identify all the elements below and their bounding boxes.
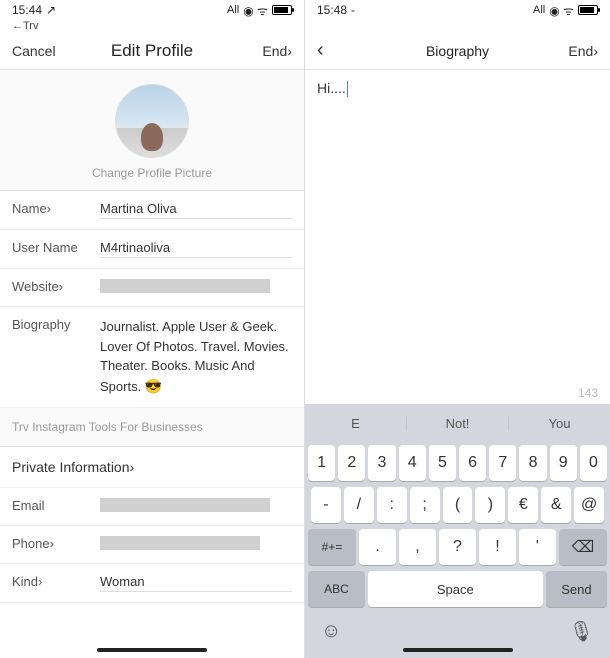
battery-icon <box>578 5 598 15</box>
bio-row[interactable]: Biography Journalist. Apple User & Geek.… <box>0 307 304 408</box>
profile-pic-section: Change Profile Picture <box>0 70 304 191</box>
key-amp[interactable]: & <box>541 487 571 523</box>
key-row-1: 1 2 3 4 5 6 7 8 9 0 <box>305 442 610 484</box>
website-label: Website› <box>12 279 100 294</box>
phone-row[interactable]: Phone› <box>0 526 304 564</box>
emoji-icon[interactable]: ☺ <box>321 620 341 643</box>
key-comma[interactable]: , <box>399 529 436 565</box>
key-8[interactable]: 8 <box>519 445 546 481</box>
key-euro[interactable]: € <box>508 487 538 523</box>
status-time: 15:44 ↗ <box>12 3 56 17</box>
change-pic-button[interactable]: Change Profile Picture <box>0 166 304 180</box>
home-indicator[interactable] <box>403 648 513 652</box>
username-value[interactable]: M4rtinaoliva <box>100 240 292 258</box>
biography-editor-screen: 15:48 - All ◉ ᯤ ‹ Biography End› Hi.... … <box>305 0 610 658</box>
battery-icon <box>272 5 292 15</box>
kind-label: Kind› <box>12 574 100 589</box>
key-lparen[interactable]: ( <box>443 487 473 523</box>
suggestion-3[interactable]: You <box>509 416 610 431</box>
phone-label: Phone› <box>12 536 100 551</box>
bio-text-content: Hi.... <box>317 80 346 96</box>
website-row[interactable]: Website› <box>0 269 304 307</box>
back-button[interactable]: ‹ <box>317 39 367 62</box>
username-label: User Name <box>12 240 100 255</box>
business-tools-link[interactable]: Trv Instagram Tools For Businesses <box>0 408 304 447</box>
key-send[interactable]: Send <box>546 571 607 607</box>
status-time: 15:48 - <box>317 3 355 17</box>
name-label: Name› <box>12 201 100 216</box>
key-row-4: ABC Space Send <box>305 568 610 610</box>
page-title: Edit Profile <box>62 41 242 61</box>
key-symbols[interactable]: #+= <box>308 529 356 565</box>
mic-icon[interactable]: 🎙 <box>569 619 594 644</box>
cancel-button[interactable]: Cancel <box>12 43 62 59</box>
suggestion-1[interactable]: E <box>305 416 407 431</box>
kind-value[interactable]: Woman <box>100 574 292 592</box>
suggestion-bar: E Not! You <box>305 404 610 442</box>
text-cursor <box>347 81 349 97</box>
try-label: ←Trv <box>0 20 304 32</box>
bio-textarea[interactable]: Hi.... <box>305 70 610 382</box>
key-5[interactable]: 5 <box>429 445 456 481</box>
wifi-icon: ◉ ᯤ <box>243 2 268 19</box>
key-0[interactable]: 0 <box>580 445 607 481</box>
key-4[interactable]: 4 <box>399 445 426 481</box>
suggestion-2[interactable]: Not! <box>407 416 509 431</box>
bio-label: Biography <box>12 317 100 332</box>
email-label: Email <box>12 498 100 513</box>
backspace-icon: ⌫ <box>572 537 595 557</box>
key-7[interactable]: 7 <box>489 445 516 481</box>
key-rparen[interactable]: ) <box>475 487 505 523</box>
key-backspace[interactable]: ⌫ <box>559 529 607 565</box>
key-semicolon[interactable]: ; <box>410 487 440 523</box>
username-row[interactable]: User Name M4rtinaoliva <box>0 230 304 269</box>
phone-value[interactable] <box>100 536 292 553</box>
status-bar: 15:48 - All ◉ ᯤ <box>305 0 610 20</box>
profile-avatar[interactable] <box>115 84 189 158</box>
name-row[interactable]: Name› Martina Oliva <box>0 191 304 230</box>
email-value[interactable] <box>100 498 292 515</box>
key-row-2: - / : ; ( ) € & @ <box>305 484 610 526</box>
email-row[interactable]: Email <box>0 488 304 526</box>
nav-bar: ‹ Biography End› <box>305 32 610 70</box>
edit-profile-screen: 15:44 ↗ All ◉ ᯤ ←Trv Cancel Edit Profile… <box>0 0 305 658</box>
key-exclaim[interactable]: ! <box>479 529 516 565</box>
key-dash[interactable]: - <box>311 487 341 523</box>
keyboard: E Not! You 1 2 3 4 5 6 7 8 9 0 - / : ; <box>305 404 610 658</box>
page-title: Biography <box>367 43 548 59</box>
name-value[interactable]: Martina Oliva <box>100 201 292 219</box>
status-bar: 15:44 ↗ All ◉ ᯤ <box>0 0 304 20</box>
key-at[interactable]: @ <box>574 487 604 523</box>
private-info-header: Private Information› <box>0 447 304 488</box>
home-indicator[interactable] <box>97 648 207 652</box>
wifi-icon: ◉ ᯤ <box>549 2 574 19</box>
key-3[interactable]: 3 <box>368 445 395 481</box>
key-apos[interactable]: ' <box>519 529 556 565</box>
done-button[interactable]: End› <box>242 43 292 59</box>
key-period[interactable]: . <box>359 529 396 565</box>
kind-row[interactable]: Kind› Woman <box>0 564 304 603</box>
key-2[interactable]: 2 <box>338 445 365 481</box>
status-carrier: All <box>227 4 239 16</box>
char-count: 143 <box>305 382 610 404</box>
key-9[interactable]: 9 <box>550 445 577 481</box>
nav-bar: Cancel Edit Profile End› <box>0 32 304 70</box>
key-1[interactable]: 1 <box>308 445 335 481</box>
key-6[interactable]: 6 <box>459 445 486 481</box>
done-button[interactable]: End› <box>548 43 598 59</box>
status-carrier: All <box>533 4 545 16</box>
status-spacer <box>305 20 610 32</box>
key-space[interactable]: Space <box>368 571 543 607</box>
website-value[interactable] <box>100 279 292 296</box>
key-row-3: #+= . , ? ! ' ⌫ <box>305 526 610 568</box>
key-question[interactable]: ? <box>439 529 476 565</box>
key-colon[interactable]: : <box>377 487 407 523</box>
bio-value[interactable]: Journalist. Apple User & Geek. Lover Of … <box>100 317 292 397</box>
key-abc[interactable]: ABC <box>308 571 365 607</box>
key-slash[interactable]: / <box>344 487 374 523</box>
sunglasses-emoji: 😎 <box>145 378 162 394</box>
